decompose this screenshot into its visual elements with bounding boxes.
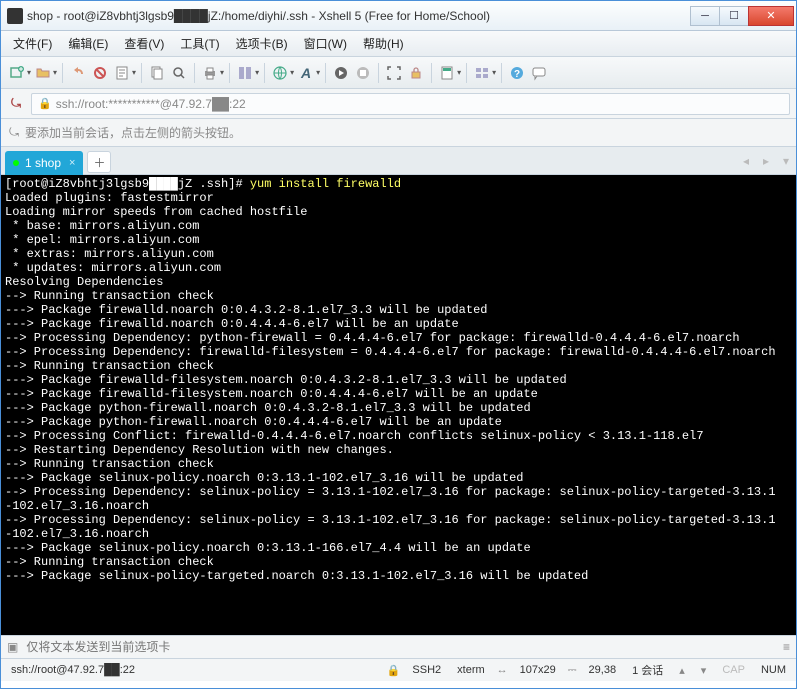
menu-edit[interactable]: 编辑(E) [62,33,114,54]
menu-view[interactable]: 查看(V) [118,33,170,54]
ssh-icon: 🔒 [387,664,401,677]
font-icon[interactable]: A [296,62,316,84]
lock-icon[interactable] [406,62,426,84]
stop-icon[interactable] [353,62,373,84]
reconnect-icon[interactable] [68,62,88,84]
hint-text: 要添加当前会话，点击左侧的箭头按钮。 [25,124,241,141]
statusbar: ssh://root@47.92.7██:22 🔒 SSH2 xterm ↔ 1… [1,659,796,681]
tab-next-icon[interactable]: ▸ [756,154,776,168]
status-ssh: SSH2 [408,664,445,676]
tab-list-icon[interactable]: ▾ [776,154,796,168]
address-input[interactable]: 🔒 ssh://root:***********@47.92.7██:22 [31,93,790,115]
tab-label: 1 shop [25,156,61,170]
send-target-icon[interactable]: ≡ [783,640,790,654]
menu-file[interactable]: 文件(F) [7,33,58,54]
hint-arrow-icon: ⤿ [9,125,19,140]
dropdown-icon[interactable]: ▾ [255,68,259,77]
copy-icon[interactable] [147,62,167,84]
session-tab[interactable]: 1 shop × [5,151,83,175]
dropdown-icon[interactable]: ▾ [290,68,294,77]
fullscreen-icon[interactable] [384,62,404,84]
help-icon[interactable]: ? [507,62,527,84]
toolbar: ▾ ▾ ▾ ▾ ▾ ▾ A▾ ▾ ▾ ? [1,57,796,89]
disconnect-icon[interactable] [90,62,110,84]
dropdown-icon[interactable]: ▾ [457,68,461,77]
print-icon[interactable] [200,62,220,84]
menu-window[interactable]: 窗口(W) [298,33,353,54]
app-icon [7,8,23,24]
address-text: ssh://root:***********@47.92.7██:22 [56,97,246,111]
lock-icon: 🔒 [38,97,52,110]
status-dot-icon [13,160,19,166]
status-path: ssh://root@47.92.7██:22 [7,664,139,676]
address-bar: ⤿ 🔒 ssh://root:***********@47.92.7██:22 [1,89,796,119]
tab-prev-icon[interactable]: ◂ [736,154,756,168]
properties-icon[interactable] [112,62,132,84]
terminal[interactable]: [root@iZ8vbhtj3lgsb9████jZ .ssh]# yum in… [1,175,796,635]
calc-icon[interactable] [437,62,457,84]
menu-help[interactable]: 帮助(H) [357,33,410,54]
svg-text:?: ? [514,69,520,80]
open-session-icon[interactable] [33,62,53,84]
minimize-button[interactable]: ─ [690,6,720,26]
tab-close-icon[interactable]: × [67,157,77,169]
toggle-view-icon[interactable] [235,62,255,84]
feedback-icon[interactable] [529,62,549,84]
maximize-button[interactable]: ☐ [719,6,749,26]
menu-options[interactable]: 选项卡(B) [230,33,294,54]
menubar: 文件(F) 编辑(E) 查看(V) 工具(T) 选项卡(B) 窗口(W) 帮助(… [1,31,796,57]
dropdown-icon[interactable]: ▾ [27,68,31,77]
tabstrip: 1 shop × ＋ ◂ ▸ ▾ [1,147,796,175]
dropdown-icon[interactable]: ▾ [132,68,136,77]
close-button[interactable]: ✕ [748,6,794,26]
send-input[interactable] [24,639,777,655]
size-icon: ↔ [497,664,508,676]
send-input-bar: ▣ ≡ [1,635,796,659]
dropdown-icon[interactable]: ▾ [53,68,57,77]
dropdown-icon[interactable]: ▾ [220,68,224,77]
status-term: xterm [453,664,489,676]
status-sessions: 1 会话 [628,662,667,678]
hint-bar: ⤿ 要添加当前会话，点击左侧的箭头按钮。 [1,119,796,147]
status-pos: 29,38 [585,664,621,676]
terminal-command: yum install firewalld [250,177,401,191]
terminal-output: Loaded plugins: fastestmirror Loading mi… [5,191,776,583]
script-icon[interactable] [331,62,351,84]
add-session-arrow-icon[interactable]: ⤿ [7,95,25,113]
status-num: NUM [757,664,790,676]
status-cap: CAP [718,664,749,676]
status-size: 107x29 [516,664,560,676]
new-session-icon[interactable] [7,62,27,84]
titlebar: shop - root@iZ8vbhtj3lgsb9████jZ:/home/d… [1,1,796,31]
dropdown-icon[interactable]: ▾ [316,68,320,77]
layout-icon[interactable] [472,62,492,84]
dropdown-icon[interactable]: ▾ [492,68,496,77]
sessions-up-icon[interactable]: ▴ [675,664,689,677]
menu-tools[interactable]: 工具(T) [174,33,225,54]
sessions-down-icon[interactable]: ▾ [697,664,711,677]
search-icon[interactable] [169,62,189,84]
pos-icon: ⎓ [568,664,577,677]
send-input-icon: ▣ [7,640,18,654]
globe-icon[interactable] [270,62,290,84]
window-title: shop - root@iZ8vbhtj3lgsb9████jZ:/home/d… [27,9,691,23]
terminal-prompt: [root@iZ8vbhtj3lgsb9████jZ .ssh]# [5,177,250,191]
new-tab-button[interactable]: ＋ [87,151,111,173]
